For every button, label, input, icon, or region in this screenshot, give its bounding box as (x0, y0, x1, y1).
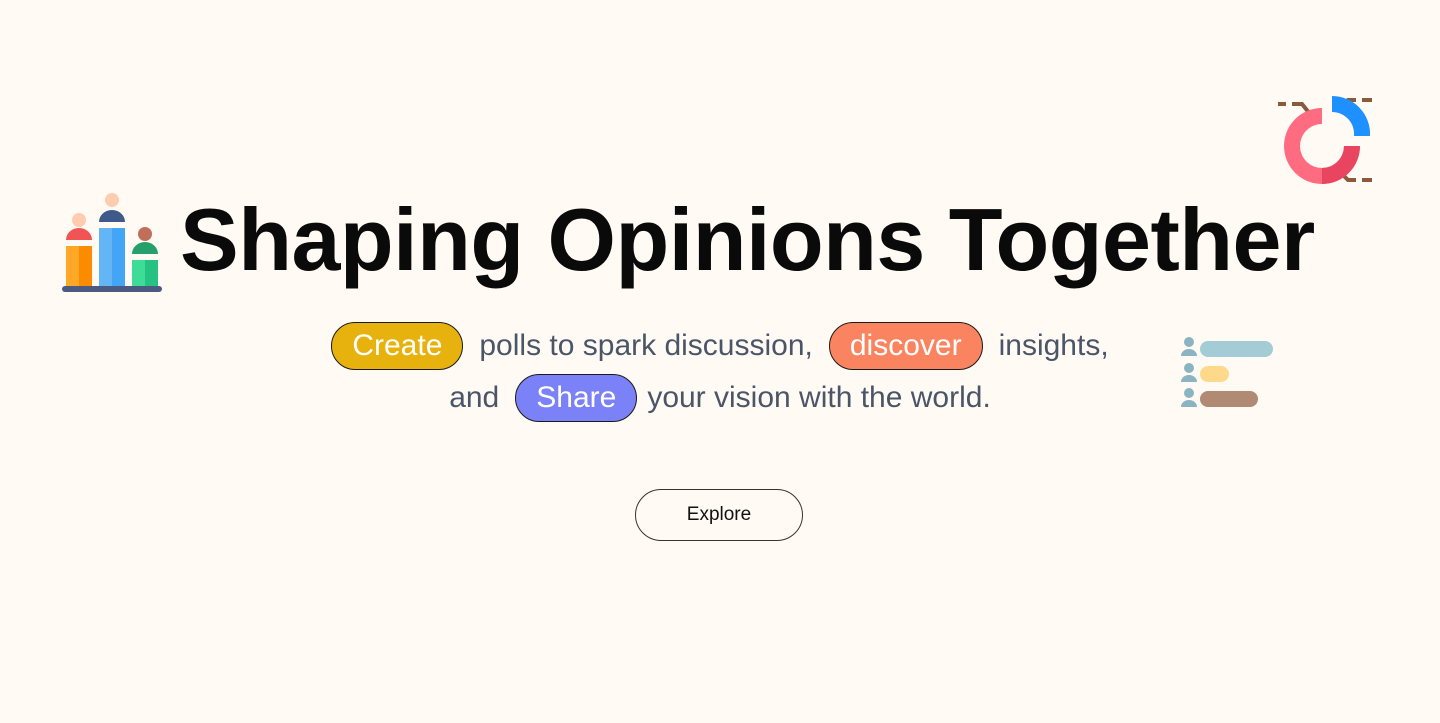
people-list-icon (1181, 337, 1273, 407)
hero-headline-row: Shaping Opinions Together (60, 186, 1315, 294)
tagline-text: your vision with the world. (647, 381, 991, 414)
create-pill[interactable]: Create (331, 322, 464, 370)
explore-button[interactable]: Explore (635, 489, 803, 541)
people-podium-icon (62, 193, 162, 292)
discover-pill[interactable]: discover (828, 322, 983, 370)
page-title: Shaping Opinions Together (180, 190, 1315, 289)
tagline-text: and (449, 381, 500, 414)
share-pill[interactable]: Share (515, 374, 638, 422)
tagline-text: polls to spark discussion, (479, 329, 813, 362)
landing-page: Shaping Opinions Together Create polls t… (0, 0, 1440, 723)
donut-chart-icon (1278, 96, 1372, 184)
tagline-text: insights, (998, 329, 1109, 362)
